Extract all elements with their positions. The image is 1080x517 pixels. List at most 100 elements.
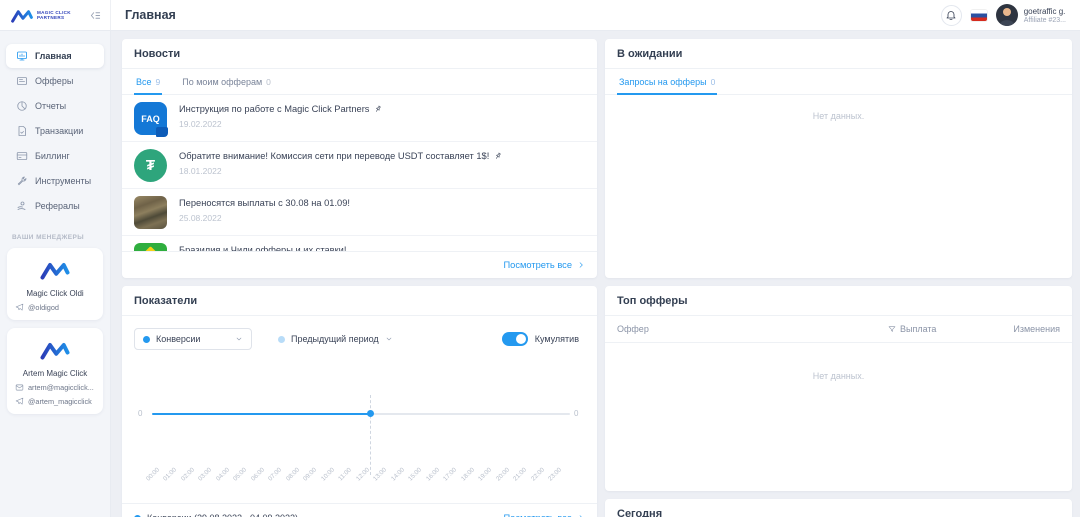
sidebar-item-offers[interactable]: Офферы (6, 69, 104, 93)
news-tab-1[interactable]: По моим офферам 0 (180, 69, 273, 95)
chart-line-current (152, 413, 371, 415)
sidebar-item-label: Биллинг (35, 151, 70, 161)
sidebar-item-label: Инструменты (35, 176, 92, 186)
faq-icon: FAQ (134, 102, 168, 137)
manager-name: Artem Magic Click (22, 369, 88, 378)
magic-click-logo-icon (11, 9, 33, 23)
sidebar: Главная Офферы Отчеты Транзакции Биллинг Инст… (0, 31, 111, 517)
pending-card: В ожидании Запросы на офферы 0 Нет данны… (605, 39, 1072, 278)
x-axis-label: 15:00 (407, 466, 424, 483)
x-axis-label: 17:00 (442, 466, 459, 483)
news-list: FAQ Инструкция по работе с Magic Click P… (122, 95, 597, 251)
chart-legend: Конверсии (29.08.2022 - 04.09.2022) (134, 513, 298, 517)
news-item-date: 18.01.2022 (179, 166, 222, 176)
manager-email-link[interactable]: artem@magicclick... (15, 383, 95, 392)
x-axis-label: 02:00 (179, 466, 196, 483)
cumulative-toggle[interactable]: Кумулятив (501, 332, 579, 346)
sidebar-item-transactions[interactable]: Транзакции (6, 119, 104, 143)
pending-card-title: В ожидании (605, 39, 1072, 69)
tab-offer-requests[interactable]: Запросы на офферы 0 (617, 69, 718, 95)
manager-name: Magic Click Oldi (26, 289, 84, 298)
column-payout[interactable]: Выплата (888, 324, 988, 334)
magic-click-logo-icon (15, 340, 95, 360)
sidebar-nav: Главная Офферы Отчеты Транзакции Биллинг Инст… (0, 44, 110, 218)
x-axis-label: 11:00 (337, 466, 354, 483)
top-offers-title: Топ офферы (605, 286, 1072, 316)
offers-icon (16, 75, 28, 87)
chart-line-rest (370, 413, 570, 415)
sidebar-item-billing[interactable]: Биллинг (6, 144, 104, 168)
x-axis-label: 03:00 (197, 466, 214, 483)
x-axis-label: 20:00 (494, 466, 511, 483)
x-axis-label: 21:00 (512, 466, 529, 483)
pin-icon (373, 103, 384, 114)
metrics-card: Показатели Конверсии Предыдущий период К… (122, 286, 597, 517)
user-menu[interactable]: goetraffic g. Affiliate #23... (995, 4, 1066, 26)
top-offers-empty-text: Нет данных. (812, 371, 865, 381)
manager-card: Artem Magic Click artem@magicclick... @art… (7, 328, 103, 414)
sidebar-header: MAGIC CLICK PARTNERS (0, 0, 111, 30)
news-tab-0[interactable]: Все 9 (134, 69, 163, 95)
x-axis-label: 09:00 (302, 466, 319, 483)
metrics-footer: Конверсии (29.08.2022 - 04.09.2022) Посм… (122, 503, 597, 517)
news-view-all-link[interactable]: Посмотреть все (504, 260, 586, 270)
toggle-switch-icon (501, 332, 528, 346)
sidebar-item-label: Офферы (35, 76, 74, 86)
news-tabs: Все 9 По моим офферам 0 (122, 69, 597, 95)
referrals-icon (16, 200, 28, 212)
x-axis-label: 04:00 (214, 466, 231, 483)
x-axis-label: 12:00 (354, 466, 371, 483)
telegram-icon (15, 303, 24, 312)
today-card-title: Сегодня (605, 499, 1072, 517)
bell-icon (945, 9, 957, 21)
manager-telegram-link[interactable]: @artem_magicclick (15, 397, 95, 406)
reports-icon (16, 100, 28, 112)
news-item[interactable]: Переносятся выплаты с 30.08 на 01.09! 25… (122, 189, 597, 236)
x-axis-label: 13:00 (372, 466, 389, 483)
news-item[interactable]: Бразилия и Чили офферы и их ставки! (122, 236, 597, 251)
dashboard-icon (16, 50, 28, 62)
column-changes: Изменения (1013, 324, 1060, 334)
brazil-icon (134, 243, 167, 251)
x-axis-label: 08:00 (284, 466, 301, 483)
billing-icon (16, 150, 28, 162)
x-axis-label: 18:00 (459, 466, 476, 483)
compare-select[interactable]: Предыдущий период (274, 329, 392, 349)
x-axis-label: 06:00 (249, 466, 266, 483)
pending-tabs: Запросы на офферы 0 (605, 69, 1072, 95)
today-card: Сегодня (605, 499, 1072, 517)
news-item[interactable]: FAQ Инструкция по работе с Magic Click P… (122, 95, 597, 142)
news-item-date: 25.08.2022 (179, 213, 222, 223)
x-axis-label: 14:00 (389, 466, 406, 483)
sidebar-item-referrals[interactable]: Рефералы (6, 194, 104, 218)
news-item-date: 19.02.2022 (179, 119, 222, 129)
x-axis-label: 22:00 (529, 466, 546, 483)
manager-telegram-link[interactable]: @oldigod (15, 303, 95, 312)
news-card: Новости Все 9 По моим офферам 0 FAQ Инструк… (122, 39, 597, 278)
sidebar-item-tools[interactable]: Инструменты (6, 169, 104, 193)
x-axis-label: 01:00 (162, 466, 179, 483)
news-item-title: Переносятся выплаты с 30.08 на 01.09! (179, 198, 350, 208)
metrics-view-all-link[interactable]: Посмотреть все (504, 513, 586, 517)
metric-select[interactable]: Конверсии (134, 328, 252, 350)
x-axis-label: 00:00 (144, 466, 161, 483)
user-subtitle: Affiliate #23... (1023, 16, 1066, 24)
telegram-icon (15, 397, 24, 406)
brand-logo[interactable]: MAGIC CLICK PARTNERS (10, 8, 71, 23)
language-flag-ru-icon[interactable] (970, 9, 987, 21)
transactions-icon (16, 125, 28, 137)
x-axis-label: 10:00 (319, 466, 336, 483)
news-item[interactable]: ₮ Обратите внимание! Комиссия сети при п… (122, 142, 597, 189)
sidebar-item-label: Рефералы (35, 201, 80, 211)
sidebar-item-label: Главная (35, 51, 72, 61)
sidebar-collapse-icon[interactable] (90, 10, 101, 21)
sidebar-item-reports[interactable]: Отчеты (6, 94, 104, 118)
x-axis-label: 05:00 (232, 466, 249, 483)
y-axis-label-left: 0 (138, 409, 143, 418)
managers-label: ВАШИ МЕНЕДЖЕРЫ (12, 234, 84, 241)
notifications-button[interactable] (940, 4, 962, 26)
news-item-title: Обратите внимание! Комиссия сети при пер… (179, 151, 490, 161)
page-title: Главная (125, 8, 176, 22)
pending-empty-text: Нет данных. (812, 111, 865, 121)
sidebar-item-dashboard[interactable]: Главная (6, 44, 104, 68)
